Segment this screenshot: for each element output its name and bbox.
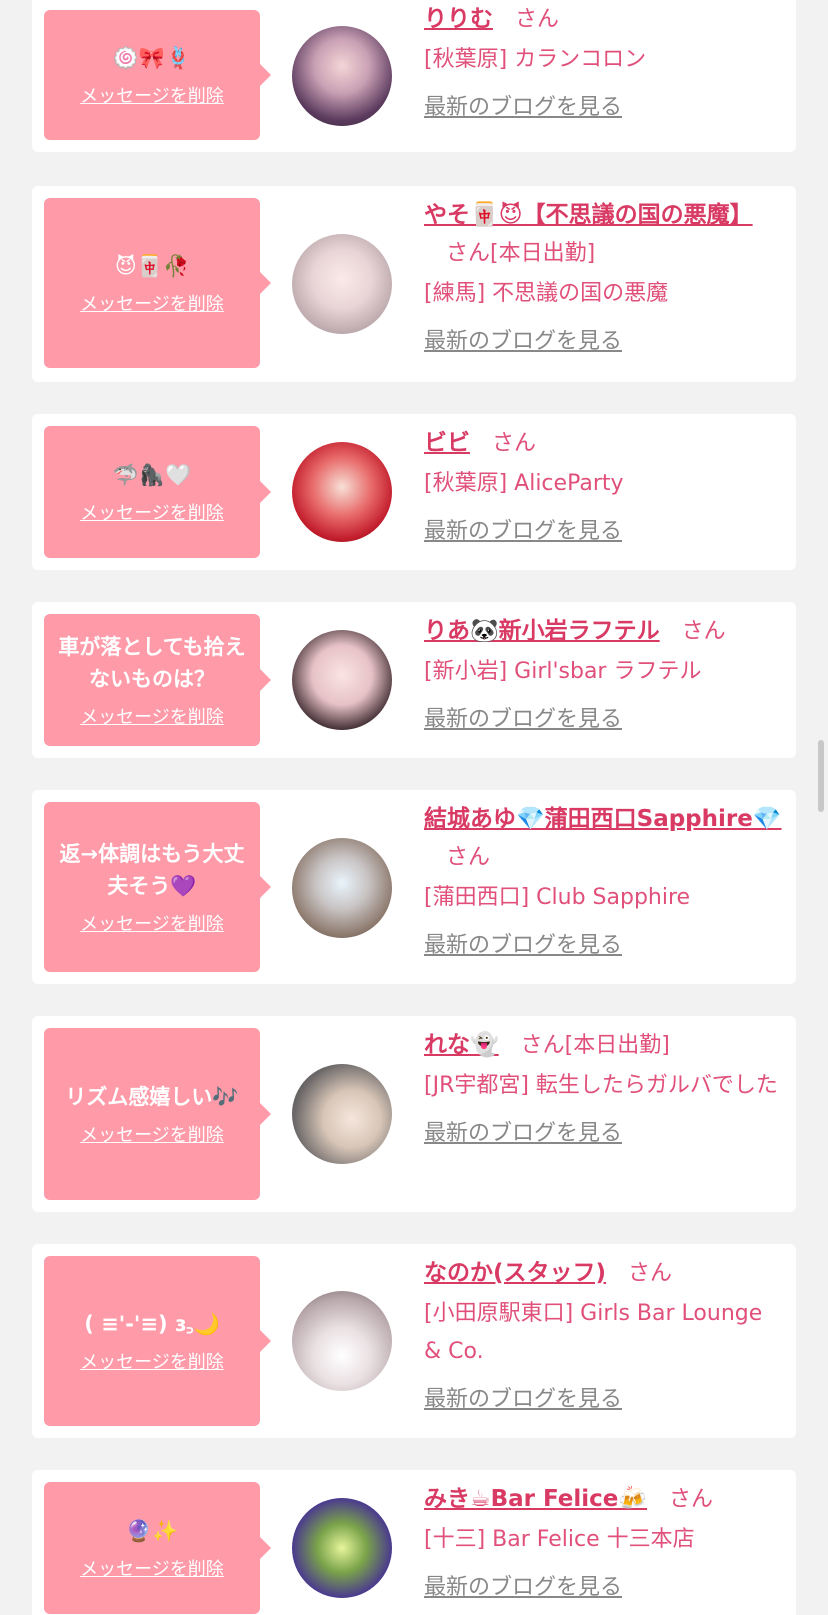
- message-text: 🔮✨: [125, 1519, 179, 1543]
- user-info: りりむ さん [秋葉原] カランコロン 最新のブログを見る: [424, 0, 786, 127]
- user-name-link[interactable]: れな👻: [424, 1032, 499, 1058]
- user-name-link[interactable]: やそ🀄😈【不思議の国の悪魔】: [424, 202, 753, 228]
- message-bubble: ( ≡'-'≡) ɜ꜆🌙 メッセージを削除: [44, 1256, 271, 1426]
- shop-name: [小田原駅東口] Girls Bar Lounge & Co.: [424, 1301, 763, 1364]
- message-text: 🦈🦍🤍: [112, 463, 192, 487]
- list-item: 返→体調はもう大丈夫そう💜 メッセージを削除 結城あゆ💎蒲田西口Sapphire…: [32, 790, 796, 984]
- message-bubble: 車が落としても拾えないものは？ メッセージを削除: [44, 614, 271, 746]
- latest-blog-link[interactable]: 最新のブログを見る: [424, 701, 622, 739]
- attendance-badge: [本日出勤]: [490, 241, 596, 266]
- user-info: れな👻 さん[本日出勤] [JR宇都宮] 転生したらガルバでした 最新のブログを見…: [424, 1026, 786, 1153]
- latest-blog-link[interactable]: 最新のブログを見る: [424, 927, 622, 965]
- scrollbar[interactable]: [818, 740, 824, 812]
- avatar[interactable]: [292, 1291, 392, 1391]
- message-text: ( ≡'-'≡) ɜ꜆🌙: [84, 1312, 220, 1336]
- list-item: 🔮✨ メッセージを削除 みき☕Bar Felice🍻 さん [十三] Bar Fe…: [32, 1470, 796, 1615]
- user-name-link[interactable]: りりむ: [424, 6, 493, 32]
- message-bubble: 😈🀄🥀 メッセージを削除: [44, 198, 271, 368]
- message-bubble: リズム感嬉しい🎶 メッセージを削除: [44, 1028, 271, 1200]
- honorific: さん: [515, 7, 560, 32]
- delete-message-link[interactable]: メッセージを削除: [80, 82, 224, 108]
- latest-blog-link[interactable]: 最新のブログを見る: [424, 1115, 622, 1153]
- latest-blog-link[interactable]: 最新のブログを見る: [424, 1569, 622, 1607]
- list-item: リズム感嬉しい🎶 メッセージを削除 れな👻 さん[本日出勤] [JR宇都宮] 転生…: [32, 1016, 796, 1212]
- delete-message-link[interactable]: メッセージを削除: [80, 703, 224, 729]
- message-text: リズム感嬉しい🎶: [65, 1085, 239, 1109]
- message-bubble: 🦈🦍🤍 メッセージを削除: [44, 426, 271, 558]
- attendance-badge: [本日出勤]: [564, 1033, 670, 1058]
- honorific: さん: [446, 241, 491, 266]
- latest-blog-link[interactable]: 最新のブログを見る: [424, 513, 622, 551]
- shop-name: [十三] Bar Felice 十三本店: [424, 1527, 695, 1552]
- user-name-link[interactable]: なのか(スタッフ): [424, 1260, 606, 1286]
- list-item: 🦈🦍🤍 メッセージを削除 ビビ さん [秋葉原] AliceParty 最新のブロ…: [32, 414, 796, 570]
- avatar[interactable]: [292, 442, 392, 542]
- user-name-link[interactable]: ビビ: [424, 430, 470, 456]
- message-list: 🍥🎀🪢 メッセージを削除 りりむ さん [秋葉原] カランコロン 最新のブログを見…: [0, 0, 828, 1615]
- user-info: みき☕Bar Felice🍻 さん [十三] Bar Felice 十三本店 最新…: [424, 1480, 786, 1607]
- delete-message-link[interactable]: メッセージを削除: [80, 910, 224, 936]
- honorific: さん: [446, 845, 491, 870]
- message-text: 返→体調はもう大丈夫そう💜: [59, 842, 245, 898]
- list-item: ( ≡'-'≡) ɜ꜆🌙 メッセージを削除 なのか(スタッフ) さん [小田原駅東…: [32, 1244, 796, 1438]
- latest-blog-link[interactable]: 最新のブログを見る: [424, 323, 622, 361]
- message-bubble: 返→体調はもう大丈夫そう💜 メッセージを削除: [44, 802, 271, 972]
- shop-name: [秋葉原] AliceParty: [424, 471, 624, 496]
- user-info: 結城あゆ💎蒲田西口Sapphire💎 さん [蒲田西口] Club Sapphir…: [424, 800, 786, 965]
- avatar[interactable]: [292, 630, 392, 730]
- message-bubble: 🔮✨ メッセージを削除: [44, 1482, 271, 1614]
- avatar[interactable]: [292, 234, 392, 334]
- user-name-link[interactable]: みき☕Bar Felice🍻: [424, 1486, 647, 1512]
- avatar[interactable]: [292, 1064, 392, 1164]
- user-info: りあ🐼新小岩ラフテル さん [新小岩] Girl'sbar ラフテル 最新のブログ…: [424, 612, 786, 739]
- honorific: さん: [628, 1261, 673, 1286]
- avatar[interactable]: [292, 26, 392, 126]
- user-info: ビビ さん [秋葉原] AliceParty 最新のブログを見る: [424, 424, 786, 551]
- message-text: 車が落としても拾えないものは？: [58, 635, 246, 691]
- list-item: 🍥🎀🪢 メッセージを削除 りりむ さん [秋葉原] カランコロン 最新のブログを見…: [32, 0, 796, 152]
- shop-name: [蒲田西口] Club Sapphire: [424, 885, 691, 910]
- shop-name: [新小岩] Girl'sbar ラフテル: [424, 659, 702, 684]
- shop-name: [練馬] 不思議の国の悪魔: [424, 281, 669, 306]
- honorific: さん: [681, 619, 726, 644]
- avatar[interactable]: [292, 1498, 392, 1598]
- latest-blog-link[interactable]: 最新のブログを見る: [424, 1381, 622, 1419]
- honorific: さん: [669, 1487, 714, 1512]
- latest-blog-link[interactable]: 最新のブログを見る: [424, 89, 622, 127]
- delete-message-link[interactable]: メッセージを削除: [80, 290, 224, 316]
- delete-message-link[interactable]: メッセージを削除: [80, 1121, 224, 1147]
- delete-message-link[interactable]: メッセージを削除: [80, 1555, 224, 1581]
- user-name-link[interactable]: 結城あゆ💎蒲田西口Sapphire💎: [424, 806, 782, 832]
- honorific: さん: [492, 431, 537, 456]
- shop-name: [秋葉原] カランコロン: [424, 47, 647, 72]
- user-name-link[interactable]: りあ🐼新小岩ラフテル: [424, 618, 660, 644]
- avatar[interactable]: [292, 838, 392, 938]
- message-text: 😈🀄🥀: [114, 254, 190, 278]
- message-text: 🍥🎀🪢: [112, 46, 192, 70]
- user-info: なのか(スタッフ) さん [小田原駅東口] Girls Bar Lounge & …: [424, 1254, 786, 1419]
- honorific: さん: [520, 1033, 565, 1058]
- shop-name: [JR宇都宮] 転生したらガルバでした: [424, 1073, 778, 1098]
- message-bubble: 🍥🎀🪢 メッセージを削除: [44, 10, 271, 140]
- delete-message-link[interactable]: メッセージを削除: [80, 1348, 224, 1374]
- list-item: 車が落としても拾えないものは？ メッセージを削除 りあ🐼新小岩ラフテル さん [新…: [32, 602, 796, 758]
- user-info: やそ🀄😈【不思議の国の悪魔】さん[本日出勤] [練馬] 不思議の国の悪魔 最新の…: [424, 196, 786, 361]
- delete-message-link[interactable]: メッセージを削除: [80, 499, 224, 525]
- list-item: 😈🀄🥀 メッセージを削除 やそ🀄😈【不思議の国の悪魔】さん[本日出勤] [練馬]…: [32, 186, 796, 382]
